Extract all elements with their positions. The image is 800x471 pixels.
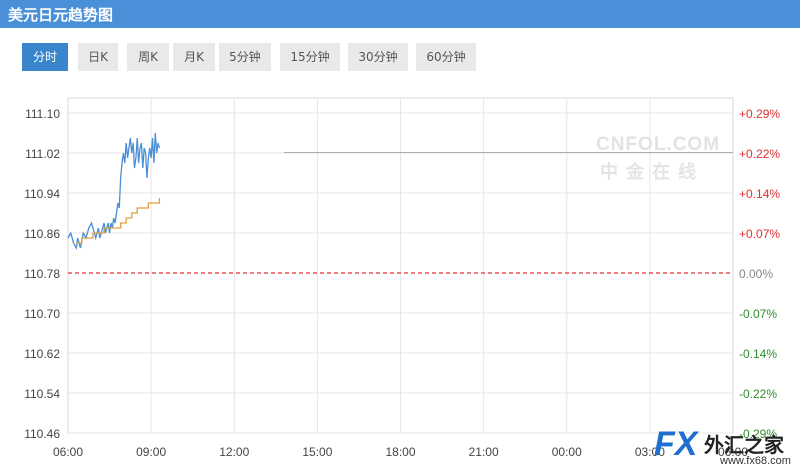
x-tick-label: 06:00 [53,445,83,459]
x-tick-label: 18:00 [385,445,415,459]
pct-tick-label: 0.00% [739,267,773,281]
fx68-logo: FX 外汇之家 www.fx68.com [654,425,800,471]
y-tick-label: 110.70 [24,307,60,321]
y-tick-label: 111.10 [25,107,60,121]
y-tick-label: 110.46 [24,427,60,441]
pct-tick-label: +0.29% [739,107,780,121]
pct-tick-label: +0.14% [739,187,780,201]
logo-url: www.fx68.com [720,455,791,467]
pct-tick-label: +0.22% [739,147,780,161]
intraday-chart: 111.10 +0.29% 111.02 +0.22% 110.94 +0.14% 110.… [24,97,780,459]
y-tick-label: 110.94 [24,187,60,201]
y-tick-label: 110.86 [24,227,60,241]
pct-tick-label: -0.07% [739,307,777,321]
pct-tick-label: -0.14% [739,347,777,361]
x-tick-label: 00:00 [552,445,582,459]
pct-tick-label: +0.07% [739,227,780,241]
x-tick-label: 21:00 [469,445,499,459]
y-tick-label: 110.54 [24,387,60,401]
x-tick-label: 09:00 [136,445,166,459]
x-tick-label: 12:00 [219,445,249,459]
pct-tick-label: -0.22% [739,387,777,401]
logo-fx: FX [654,425,698,463]
y-tick-label: 110.62 [24,347,60,361]
y-tick-label: 110.78 [24,267,60,281]
x-tick-label: 15:00 [302,445,332,459]
y-tick-label: 111.02 [25,147,60,161]
logo-name: 外汇之家 [704,433,784,457]
price-series-line [67,132,161,251]
